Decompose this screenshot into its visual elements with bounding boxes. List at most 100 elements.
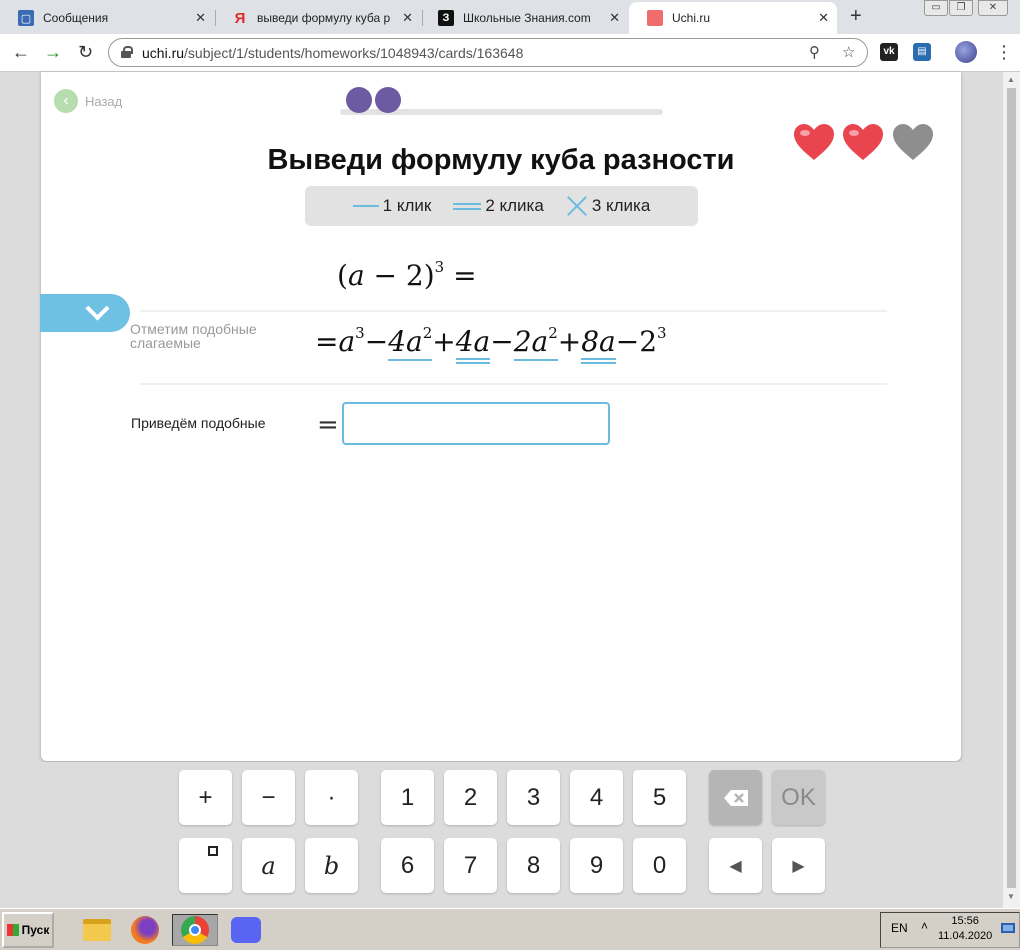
profile-avatar[interactable] xyxy=(955,41,977,63)
progress-dot xyxy=(346,87,372,113)
task-card: ‹ Назад Выведи формулу куба разности 1 к… xyxy=(40,72,961,761)
windows-logo-icon xyxy=(6,924,19,936)
key-3[interactable]: 3 xyxy=(507,770,560,825)
legend-label: 3 клика xyxy=(591,196,651,215)
progress-dot xyxy=(375,87,401,113)
legend-item-single: 1 клик xyxy=(352,196,431,216)
key-var-b[interactable]: b xyxy=(305,838,358,893)
chrome-icon[interactable] xyxy=(172,914,218,946)
uchi-icon xyxy=(647,10,663,26)
new-tab-button[interactable]: + xyxy=(850,5,862,28)
operator: − xyxy=(615,325,640,358)
key-power[interactable] xyxy=(179,838,232,893)
tab-messages[interactable]: ▢ Сообщения ✕ xyxy=(0,2,214,34)
clock[interactable]: 15:56 11.04.2020 xyxy=(938,914,992,944)
key-6[interactable]: 6 xyxy=(381,838,434,893)
operator: + xyxy=(432,325,456,358)
key-0[interactable]: 0 xyxy=(633,838,686,893)
term-4a2[interactable]: 4a2 xyxy=(388,324,433,361)
key-9[interactable]: 9 xyxy=(570,838,623,893)
key-1[interactable]: 1 xyxy=(381,770,434,825)
tab-znania[interactable]: З Школьные Знания.com ✕ xyxy=(420,2,628,34)
page-title: Выведи формулу куба разности xyxy=(267,144,735,176)
start-label: Пуск xyxy=(21,923,50,937)
chat-icon: ▢ xyxy=(18,10,34,26)
term-2a2[interactable]: 2a2 xyxy=(513,324,558,361)
tab-label: Сообщения xyxy=(43,11,109,25)
tab-uchi[interactable]: Uchi.ru ✕ xyxy=(629,2,837,34)
page-scrollbar[interactable]: ▲ ▼ xyxy=(1003,72,1020,908)
ok-button[interactable]: OK xyxy=(772,770,825,825)
tab-label: Uchi.ru xyxy=(672,11,711,25)
click-legend: 1 клик 2 клика 3 клика xyxy=(305,186,698,226)
key-var-a[interactable]: a xyxy=(242,838,295,893)
close-icon[interactable]: ✕ xyxy=(402,10,413,26)
close-icon[interactable]: ✕ xyxy=(609,10,620,26)
zoom-icon[interactable]: ⚲ xyxy=(809,43,820,61)
address-toolbar: ← → ↻ uchi.ru/subject/1/students/homewor… xyxy=(0,34,1020,72)
tray-expand-icon[interactable]: ˄ xyxy=(921,919,928,933)
cursor-left-button[interactable]: ◀ xyxy=(709,838,762,893)
back-label: Назад xyxy=(85,93,123,109)
chevron-left-icon: ‹ xyxy=(54,89,78,113)
backspace-icon xyxy=(723,789,748,806)
scroll-thumb[interactable] xyxy=(1007,88,1016,888)
key-multiply[interactable]: · xyxy=(305,770,358,825)
equation-cube-difference: (a − 2)3 = xyxy=(337,258,477,292)
scroll-down-icon[interactable]: ▼ xyxy=(1007,892,1015,901)
tab-yandex[interactable]: Я выведи формулу куба р ✕ xyxy=(214,2,421,34)
key-minus[interactable]: − xyxy=(242,770,295,825)
operator: + xyxy=(557,325,582,358)
vk-extension-icon[interactable]: vk xyxy=(880,43,898,61)
key-8[interactable]: 8 xyxy=(507,838,560,893)
znania-icon: З xyxy=(438,10,454,26)
maximize-button[interactable]: ❐ xyxy=(949,0,973,16)
step-label-similar-terms: Отметим подобные слагаемые xyxy=(130,321,257,351)
term-a3[interactable]: a3 xyxy=(338,324,364,358)
cursor-right-button[interactable]: ▶ xyxy=(772,838,825,893)
language-indicator[interactable]: EN xyxy=(891,921,908,935)
clock-time: 15:56 xyxy=(951,915,979,927)
key-7[interactable]: 7 xyxy=(444,838,497,893)
url-text: uchi.ru/subject/1/students/homeworks/104… xyxy=(142,45,524,61)
key-plus[interactable]: + xyxy=(179,770,232,825)
file-explorer-icon[interactable] xyxy=(80,914,114,946)
divider xyxy=(140,383,887,385)
legend-item-cross: 3 клика xyxy=(566,195,651,217)
back-arrow-icon[interactable]: ← xyxy=(12,42,30,63)
os-taskbar: Пуск EN ˄ 15:56 11.04.2020 xyxy=(0,908,1020,950)
tab-label: Школьные Знания.com xyxy=(463,11,591,25)
firefox-icon[interactable] xyxy=(128,914,162,946)
discord-icon[interactable] xyxy=(223,914,269,946)
close-icon[interactable]: ✕ xyxy=(195,10,206,26)
window-close-button[interactable]: ✕ xyxy=(978,0,1008,16)
answer-input[interactable] xyxy=(342,402,610,445)
key-5[interactable]: 5 xyxy=(633,770,686,825)
back-button[interactable]: ‹ Назад xyxy=(54,89,122,113)
start-button[interactable]: Пуск xyxy=(2,912,54,948)
term-4a[interactable]: 4a xyxy=(455,325,491,364)
reload-icon[interactable]: ↻ xyxy=(78,42,93,63)
term-8a[interactable]: 8a xyxy=(581,325,616,364)
key-backspace[interactable] xyxy=(709,770,762,825)
minimize-button[interactable]: ▭ xyxy=(924,0,948,16)
double-line-icon xyxy=(453,202,482,210)
key-2[interactable]: 2 xyxy=(444,770,497,825)
extension-icon[interactable]: ▤ xyxy=(913,43,931,61)
lock-icon xyxy=(121,46,133,58)
browser-menu-icon[interactable]: ⋮ xyxy=(995,42,1013,63)
forward-arrow-icon[interactable]: → xyxy=(44,42,62,63)
expand-hint-button[interactable] xyxy=(40,294,130,332)
address-input[interactable]: uchi.ru/subject/1/students/homeworks/104… xyxy=(108,38,868,67)
term-2-cubed[interactable]: 23 xyxy=(639,324,666,358)
scroll-up-icon[interactable]: ▲ xyxy=(1007,75,1015,84)
key-4[interactable]: 4 xyxy=(570,770,623,825)
divider xyxy=(140,310,887,312)
yandex-icon: Я xyxy=(234,9,246,27)
show-desktop-icon[interactable] xyxy=(1001,923,1015,933)
legend-label: 2 клика xyxy=(485,196,544,215)
expanded-equation: = a3 − 4a2 + 4a − 2a2 + 8a − 23 xyxy=(315,324,667,364)
close-icon[interactable]: ✕ xyxy=(818,10,829,26)
operator: − xyxy=(490,325,514,358)
bookmark-star-icon[interactable]: ☆ xyxy=(842,43,855,61)
